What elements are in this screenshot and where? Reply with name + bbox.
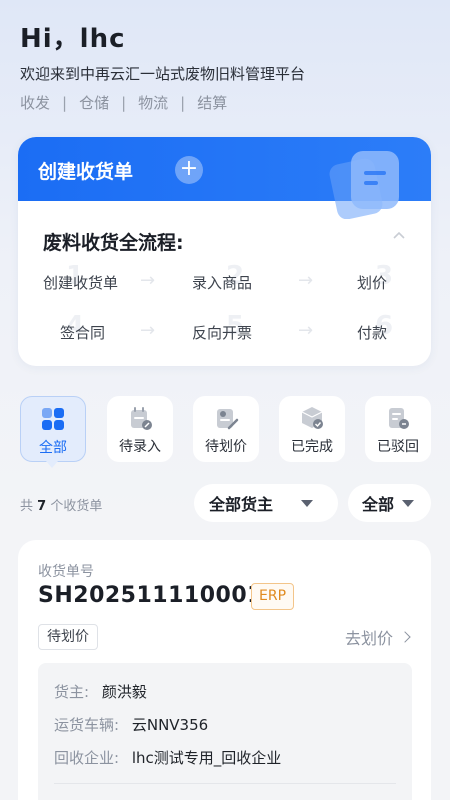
step-reverse-invoice: 反向开票	[192, 324, 253, 342]
receipt-number: SH202511110001	[38, 583, 263, 608]
detail-key: 运货车辆:	[54, 716, 120, 734]
create-receipt-button[interactable]: 创建收货单 +	[18, 137, 431, 219]
arrow-icon: →	[298, 320, 314, 341]
price-tag-icon	[217, 409, 239, 430]
create-receipt-card: 创建收货单 + 废料收货全流程: 1 2 3 4 5 6 创建收货单 → 录入商…	[18, 137, 431, 366]
detail-owner: 货主: 颜洪毅	[54, 681, 147, 702]
go-pricing-label: 去划价	[344, 629, 393, 648]
receipt-details: 货主: 颜洪毅 运货车辆: 云NNV356 回收企业: lhc测试专用_回收企业	[38, 663, 412, 800]
detail-value: 颜洪毅	[101, 683, 147, 701]
detail-value: 云NNV356	[131, 716, 209, 734]
detail-key: 回收企业:	[54, 749, 120, 767]
greeting-title: Hi，lhc	[20, 24, 126, 54]
active-pointer	[46, 461, 58, 468]
greeting-tags: 收发 | 仓储 | 物流 | 结算	[20, 92, 227, 113]
erp-badge: ERP	[251, 583, 295, 610]
step-payment: 付款	[357, 324, 388, 342]
tag-divider: |	[180, 93, 186, 112]
filter-label: 已完成	[291, 439, 333, 455]
chevron-up-icon[interactable]	[391, 227, 407, 243]
doc-reject-icon	[389, 408, 409, 429]
count-value: 7	[37, 499, 47, 514]
tag-divider: |	[121, 93, 127, 112]
tag-logistics: 物流	[138, 94, 169, 112]
create-receipt-label: 创建收货单	[38, 161, 134, 183]
filter-rejected[interactable]: 已驳回	[365, 396, 431, 462]
receipt-count: 共 7 个收货单	[20, 495, 102, 514]
receipt-card[interactable]: 收货单号 SH202511110001 ERP 待划价 去划价 货主: 颜洪毅 …	[18, 540, 431, 800]
filter-label: 全部	[39, 440, 67, 456]
filter-all[interactable]: 全部	[20, 396, 86, 462]
type-filter-value: 全部	[362, 495, 395, 514]
filter-label: 待录入	[119, 439, 161, 455]
arrow-icon: →	[140, 270, 156, 291]
filter-pending-entry[interactable]: 待录入	[107, 396, 173, 462]
grid-icon	[42, 408, 64, 430]
detail-vehicle: 运货车辆: 云NNV356	[54, 714, 208, 735]
count-prefix: 共	[20, 499, 34, 514]
flow-title: 废料收货全流程:	[43, 232, 184, 254]
document-deco-icon	[329, 151, 399, 219]
chevron-down-icon	[402, 499, 415, 507]
tag-receive: 收发	[20, 94, 51, 112]
status-badge: 待划价	[38, 624, 98, 650]
chevron-down-icon	[301, 499, 314, 507]
filter-pending-pricing[interactable]: 待划价	[193, 396, 259, 462]
tag-storage: 仓储	[79, 94, 110, 112]
greeting-subtitle: 欢迎来到中再云汇一站式废物旧料管理平台	[20, 65, 306, 83]
owner-filter-dropdown[interactable]: 全部货主	[194, 484, 338, 522]
count-suffix: 个收货单	[50, 499, 103, 514]
filter-label: 待划价	[205, 439, 247, 455]
chevron-right-icon	[399, 631, 411, 643]
tag-divider: |	[62, 93, 68, 112]
detail-recycler: 回收企业: lhc测试专用_回收企业	[54, 747, 281, 768]
go-pricing-link[interactable]: 去划价	[344, 625, 411, 649]
arrow-icon: →	[140, 320, 156, 341]
detail-value: lhc测试专用_回收企业	[131, 749, 282, 767]
step-enter-goods: 录入商品	[192, 274, 253, 292]
step-create-receipt: 创建收货单	[43, 274, 119, 292]
detail-key: 货主:	[54, 683, 90, 701]
calendar-edit-icon	[131, 407, 152, 430]
box-check-icon	[301, 407, 323, 429]
filter-label: 已驳回	[377, 439, 419, 455]
step-pricing: 划价	[357, 274, 388, 292]
owner-filter-value: 全部货主	[209, 495, 274, 514]
divider	[54, 783, 396, 784]
filter-completed[interactable]: 已完成	[279, 396, 345, 462]
plus-icon[interactable]: +	[175, 156, 203, 184]
tag-settlement: 结算	[197, 94, 228, 112]
type-filter-dropdown[interactable]: 全部	[348, 484, 431, 522]
arrow-icon: →	[298, 270, 314, 291]
receipt-number-label: 收货单号	[38, 564, 94, 580]
step-sign-contract: 签合同	[60, 324, 106, 342]
